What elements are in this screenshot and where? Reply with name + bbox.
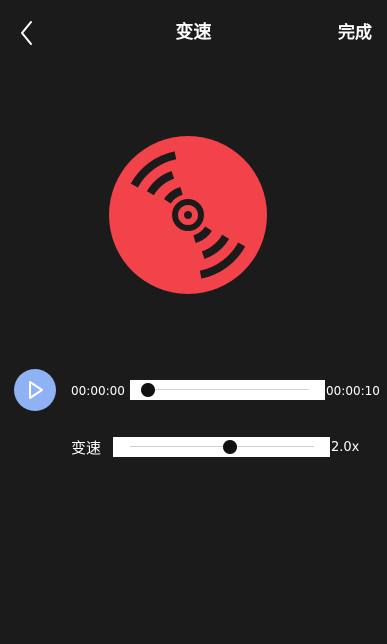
top-bar: 变速 完成 — [0, 0, 387, 64]
speed-slider[interactable] — [113, 437, 330, 457]
play-icon — [29, 381, 43, 399]
current-time: 00:00:00 — [71, 384, 125, 398]
done-button[interactable]: 完成 — [338, 20, 372, 46]
play-button[interactable] — [14, 369, 56, 411]
speed-value: 2.0x — [331, 440, 360, 455]
page-title: 变速 — [175, 22, 212, 43]
speed-slider-thumb[interactable] — [222, 440, 237, 454]
progress-slider[interactable] — [130, 380, 325, 400]
speed-label: 变速 — [71, 439, 102, 457]
vinyl-record-icon — [108, 135, 268, 295]
total-time: 00:00:10 — [326, 384, 380, 398]
progress-slider-line — [142, 389, 309, 390]
progress-slider-thumb[interactable] — [141, 383, 155, 397]
